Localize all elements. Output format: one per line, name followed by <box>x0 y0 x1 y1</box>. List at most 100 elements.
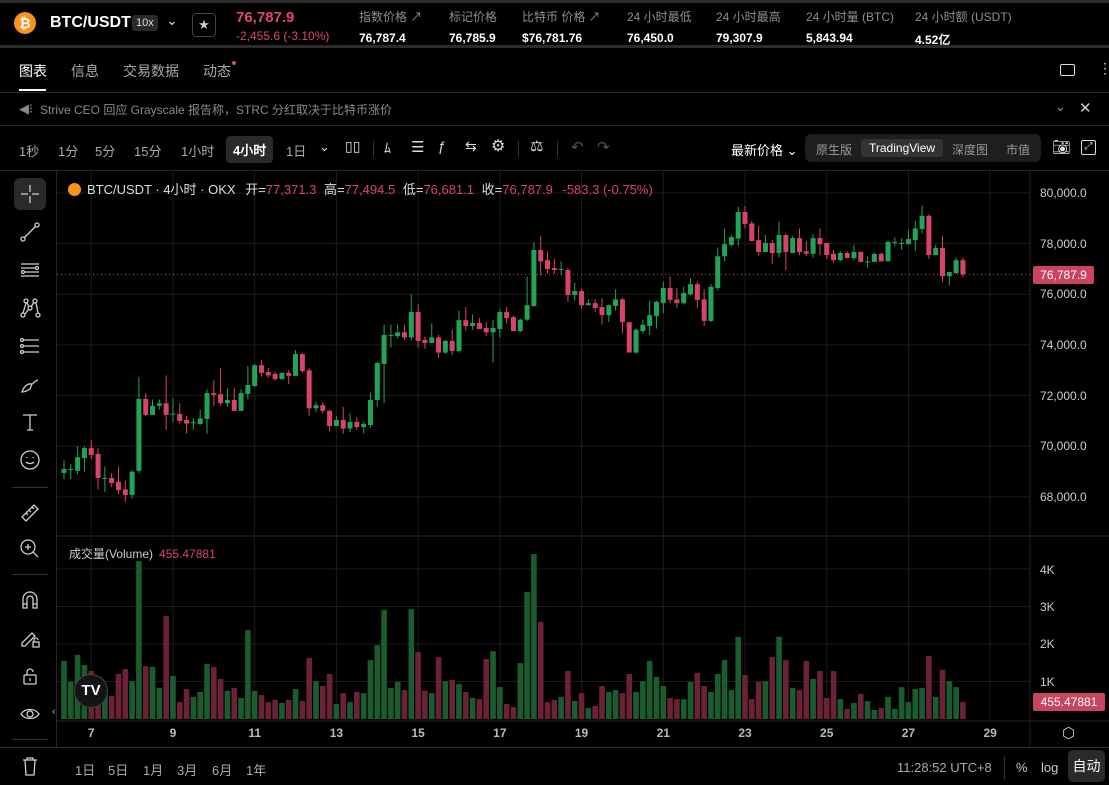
tab-trading-data[interactable]: 交易数据 <box>123 61 179 81</box>
interval-5m[interactable]: 5分 <box>89 139 121 162</box>
interval-1d[interactable]: 1日 <box>280 139 312 162</box>
candle-body <box>150 406 156 415</box>
volume-bar <box>796 690 803 719</box>
symbol-dropdown-chevron-icon[interactable]: ⌄ <box>166 12 178 29</box>
view-depth[interactable]: 深度图 <box>944 139 996 160</box>
redo-icon[interactable]: ↷ <box>597 138 610 156</box>
ruler-tool-icon[interactable] <box>14 497 46 529</box>
zoom-in-tool-icon[interactable] <box>14 533 46 565</box>
range-3m[interactable]: 3月 <box>177 760 197 779</box>
emoji-tool-icon[interactable] <box>14 444 46 476</box>
volume-bar <box>408 609 415 719</box>
candle-body <box>177 413 183 421</box>
lock-drawing-icon[interactable] <box>14 622 46 654</box>
candle-body <box>619 299 625 323</box>
volume-bar <box>190 696 197 719</box>
interval-1h[interactable]: 1小时 <box>175 139 220 162</box>
separator <box>1004 756 1005 780</box>
view-market-cap[interactable]: 市值 <box>998 139 1038 160</box>
replay-icon[interactable]: ⇆ <box>465 138 477 155</box>
fibonacci-tool-icon[interactable] <box>14 330 46 362</box>
volume-bar <box>415 651 421 719</box>
percent-scale-toggle[interactable]: % <box>1016 760 1028 775</box>
interval-15m[interactable]: 15分 <box>128 139 167 162</box>
candle-body <box>286 372 292 376</box>
tradingview-logo[interactable]: TV <box>74 674 108 708</box>
tab-feed[interactable]: 动态 <box>203 61 236 81</box>
legend-open: 77,371.3 <box>265 182 317 197</box>
pattern-tool-icon[interactable] <box>14 292 46 324</box>
brush-tool-icon[interactable] <box>14 368 46 400</box>
volume-bar <box>776 636 782 719</box>
clock-timezone[interactable]: 11:28:52 UTC+8 <box>897 760 992 775</box>
price-tick: 74,000.0 <box>1040 338 1087 352</box>
stat-24h-high: 24 小时最高 79,307.9 <box>716 10 781 45</box>
log-scale-toggle[interactable]: log <box>1041 760 1058 775</box>
magnet-icon[interactable] <box>14 584 46 616</box>
function-icon[interactable]: ƒ <box>438 138 446 154</box>
candle-type-icon[interactable]: ▯▯ <box>345 138 360 155</box>
crosshair-tool-icon[interactable] <box>14 178 46 210</box>
candle-body <box>197 418 203 425</box>
candle-body <box>626 322 632 353</box>
collapse-toolbar-icon[interactable]: ‹ <box>52 706 56 718</box>
candle-body <box>429 337 435 343</box>
close-news-icon[interactable]: ✕ <box>1079 99 1092 117</box>
tab-chart[interactable]: 图表 <box>19 61 47 81</box>
volume-bar <box>524 591 530 719</box>
tab-info[interactable]: 信息 <box>71 61 99 81</box>
interval-dropdown-chevron-icon[interactable]: ⌄ <box>319 139 330 155</box>
candle-body <box>531 249 537 306</box>
candle-body <box>306 370 312 409</box>
favorite-star-button[interactable]: ★ <box>192 13 216 37</box>
settings-gear-icon[interactable]: ⚙ <box>491 136 505 156</box>
time-tick: 17 <box>493 726 507 740</box>
compare-scale-icon[interactable]: ⚖ <box>530 137 543 155</box>
trend-line-tool-icon[interactable] <box>14 216 46 248</box>
templates-icon[interactable]: ☰ <box>411 138 424 156</box>
more-menu-icon[interactable]: ⋮ <box>1098 60 1109 77</box>
indicators-icon[interactable]: ﾑ <box>384 138 391 158</box>
volume-bar <box>953 687 959 719</box>
view-tradingview[interactable]: TradingView <box>861 139 944 157</box>
candle-body <box>320 405 326 411</box>
undo-icon[interactable]: ↶ <box>571 138 584 156</box>
axis-settings-icon[interactable]: ⬡ <box>1062 724 1075 742</box>
volume-bar <box>442 681 449 719</box>
eye-visibility-icon[interactable] <box>14 698 46 730</box>
camera-icon[interactable]: 📷︎ <box>1052 138 1071 156</box>
view-native[interactable]: 原生版 <box>808 139 860 160</box>
range-5d[interactable]: 5日 <box>108 760 128 779</box>
text-tool-icon[interactable] <box>14 406 46 438</box>
auto-scale-toggle[interactable]: 自动 <box>1068 750 1105 782</box>
range-1d[interactable]: 1日 <box>75 760 95 779</box>
trash-icon[interactable] <box>14 750 46 782</box>
news-ticker[interactable]: Strive CEO 回应 Grayscale 报告称，STRC 分红取决于比特… <box>40 101 392 118</box>
unlock-icon[interactable] <box>14 660 46 692</box>
layout-window-icon[interactable] <box>1060 64 1075 76</box>
interval-4h[interactable]: 4小时 <box>226 136 274 163</box>
candle-body <box>831 253 837 261</box>
range-6m[interactable]: 6月 <box>212 760 232 779</box>
volume-bar <box>755 681 762 719</box>
candle-body <box>238 393 244 411</box>
volume-bar <box>640 681 646 719</box>
symbol-name[interactable]: BTC/USDT <box>50 14 131 32</box>
interval-1m[interactable]: 1分 <box>52 139 84 162</box>
legend-close-label: 收= <box>481 182 503 197</box>
horizontal-lines-tool-icon[interactable] <box>14 254 46 286</box>
price-source-select[interactable]: 最新价格 ⌄ <box>731 140 798 159</box>
range-1m[interactable]: 1月 <box>143 760 163 779</box>
interval-1s[interactable]: 1秒 <box>13 139 45 162</box>
legend-high-label: 高= <box>324 182 345 197</box>
candle-body <box>551 267 557 271</box>
volume-bar <box>388 687 394 719</box>
legend-high: 77,494.5 <box>344 182 396 197</box>
time-tick: 7 <box>87 726 95 740</box>
expand-chevron-icon[interactable]: ⌄ <box>1055 99 1066 115</box>
candle-body <box>129 471 135 495</box>
range-1y[interactable]: 1年 <box>246 760 266 779</box>
fullscreen-icon[interactable]: ⤢ <box>1081 140 1096 155</box>
candle-body <box>61 469 67 473</box>
candle-body <box>422 339 428 343</box>
